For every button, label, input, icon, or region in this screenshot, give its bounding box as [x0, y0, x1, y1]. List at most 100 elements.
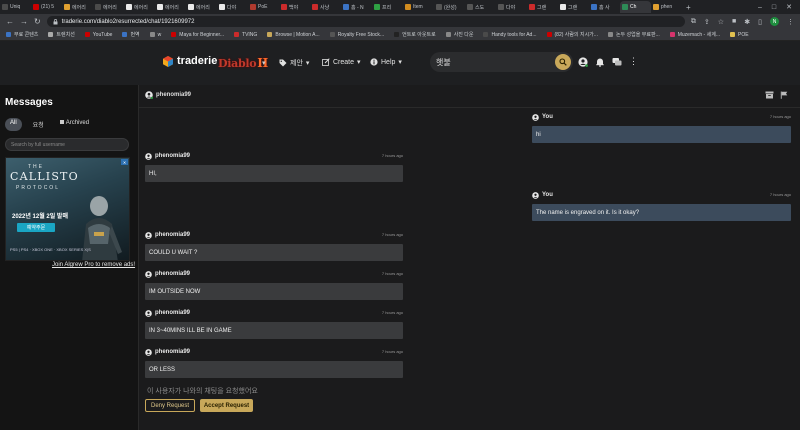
bookmark-item[interactable]: Maya for Beginner... — [171, 32, 224, 38]
nav-offers[interactable]: 제안 ▾ — [279, 58, 309, 68]
browser-tab[interactable]: phen — [651, 1, 682, 13]
sidepanel-icon[interactable]: ▯ — [758, 18, 762, 26]
browser-tab[interactable]: 백야 — [279, 1, 310, 13]
bookmark-item[interactable]: 무료 콘텐츠 — [6, 31, 38, 38]
new-tab-button[interactable]: + — [682, 3, 695, 12]
lock-icon — [53, 18, 58, 24]
message-author: phenomia99 — [155, 271, 191, 277]
bookmark-item[interactable]: YouTube — [84, 32, 112, 38]
archive-icon[interactable] — [765, 91, 774, 99]
maximize-button[interactable]: □ — [772, 4, 776, 11]
minimize-button[interactable]: – — [758, 4, 762, 11]
browser-tab[interactable]: Item — [403, 1, 434, 13]
bookmark-item[interactable]: POE — [729, 32, 749, 38]
bookmark-item[interactable]: Browse | Motion A... — [267, 32, 320, 38]
report-flag-icon[interactable] — [780, 91, 788, 99]
browser-tab[interactable]: 다야 — [217, 1, 248, 13]
bookmark-item[interactable]: Handy tools for Ad... — [483, 32, 537, 38]
filter-requests[interactable]: 요청 — [28, 118, 49, 131]
chevron-down-icon[interactable]: ▾ — [262, 59, 266, 67]
browser-tab[interactable]: 에어리 — [155, 1, 186, 13]
filter-archived[interactable]: Archived — [55, 118, 94, 131]
browser-tab[interactable]: 에어리 — [124, 1, 155, 13]
browser-tab-label: 그랜 — [568, 4, 578, 11]
accept-request-button[interactable]: Accept Request — [200, 399, 253, 412]
chevron-down-icon: ▾ — [357, 59, 361, 66]
url-bar[interactable]: traderie.com/diablo2resurrected/chat/192… — [46, 16, 685, 27]
bookmark-label: (82) 사람의 지시가... — [554, 32, 598, 38]
browser-tab[interactable]: 에어리 — [93, 1, 124, 13]
browser-tab-label: 스도 — [475, 4, 485, 11]
browser-tab-label: 그랜 — [537, 4, 547, 11]
bookmark-label: 사진 다운 — [453, 32, 474, 38]
profile-avatar[interactable]: N — [770, 17, 779, 26]
browser-tab[interactable]: (21) 5 — [31, 1, 62, 13]
tab-favicon-icon — [250, 4, 256, 10]
share-icon[interactable]: ⇪ — [704, 18, 710, 26]
bookmark-favicon-icon — [607, 32, 613, 37]
bookmark-item[interactable]: 트렌치선 — [48, 31, 75, 38]
close-window-button[interactable]: ✕ — [786, 3, 792, 11]
message-author: phenomia99 — [155, 153, 191, 159]
browser-tab[interactable]: 홈 - N — [341, 1, 372, 13]
filter-all[interactable]: All — [5, 118, 22, 131]
bookmark-label: Royalty Free Stock... — [337, 31, 385, 38]
browser-tab[interactable]: Uniq — [0, 1, 31, 13]
messages-icon[interactable] — [612, 57, 622, 67]
bookmark-item[interactable]: 사진 다운 — [445, 31, 474, 38]
browser-tab[interactable]: 스도 — [465, 1, 496, 13]
browser-tab[interactable]: 그랜 — [527, 1, 558, 13]
forward-icon[interactable]: → — [20, 17, 28, 26]
browser-menu-icon[interactable]: ⋮ — [787, 18, 794, 26]
browser-tab[interactable]: 홈 사 — [589, 1, 620, 13]
reload-icon[interactable]: ↻ — [34, 17, 41, 26]
bookmark-item[interactable]: (82) 사람의 지시가... — [546, 31, 598, 38]
traderie-logo[interactable]: traderie — [163, 55, 217, 67]
message-timestamp: 7 hours ago — [381, 271, 403, 276]
extension-icon[interactable]: ■ — [732, 18, 736, 25]
ad-preorder-button[interactable]: 예약주문 — [17, 223, 55, 232]
chat-partner[interactable]: phenomia99 — [145, 91, 191, 99]
bookmark-favicon-icon — [445, 32, 451, 37]
bookmark-item[interactable]: 언트로 아웃트로 — [394, 31, 436, 38]
browser-tab[interactable]: 그랜 — [558, 1, 589, 13]
bookmark-item[interactable]: w — [149, 31, 162, 38]
browser-tab[interactable]: (완성) — [434, 1, 465, 13]
ad-close-icon[interactable]: ✕ — [121, 159, 128, 165]
message-meta: phenomia99 7 hours ago — [145, 151, 403, 161]
bookmark-item[interactable]: Muzemach - 세계... — [669, 31, 720, 38]
bookmark-item[interactable]: 논두 성업을 무료판... — [607, 31, 660, 38]
archive-icon — [59, 120, 64, 124]
diablo-game-logo[interactable]: Diablo II — [218, 51, 268, 75]
translate-icon[interactable]: ⧉ — [691, 18, 696, 26]
more-options-icon[interactable]: ⋮ — [629, 56, 638, 67]
advertisement-banner[interactable]: ✕ THE CALLISTO PROTOCOL 2022년 12월 2일 발매 … — [5, 157, 130, 261]
browser-tab-label: PoE — [258, 4, 268, 10]
browser-tab[interactable]: Ch — [620, 1, 651, 13]
nav-help[interactable]: Help ▾ — [370, 58, 402, 66]
puzzle-icon[interactable]: ✱ — [744, 18, 750, 26]
username-search-input[interactable]: Search by full username — [5, 138, 129, 151]
notification-bell-icon[interactable] — [595, 57, 605, 67]
bookmark-item[interactable]: Royalty Free Stock... — [329, 31, 385, 38]
browser-tab[interactable]: PoE — [248, 1, 279, 13]
browser-tab[interactable]: 프리 — [372, 1, 403, 13]
nav-create[interactable]: Create ▾ — [322, 58, 361, 66]
remove-ads-link[interactable]: Join Algrew Pro to remove ads! — [52, 262, 135, 268]
tab-favicon-icon — [219, 4, 225, 10]
user-account-icon[interactable] — [578, 56, 588, 67]
bookmark-item[interactable]: 번역 — [122, 31, 140, 38]
search-button[interactable] — [555, 54, 571, 70]
bookmark-star-icon[interactable]: ☆ — [718, 18, 724, 26]
message-filters: All 요청 Archived — [5, 118, 94, 131]
ad-release-date: 2022년 12월 2일 발매 — [12, 214, 68, 220]
bookmark-label: w — [157, 31, 162, 38]
back-icon[interactable]: ← — [6, 17, 14, 26]
bookmark-item[interactable]: TVING — [234, 32, 257, 38]
deny-request-button[interactable]: Deny Request — [145, 399, 195, 412]
item-search-input[interactable]: 햇불 — [430, 52, 573, 72]
browser-tab[interactable]: 다야 — [496, 1, 527, 13]
browser-tab[interactable]: 사냥 — [310, 1, 341, 13]
browser-tab[interactable]: 에어리 — [186, 1, 217, 13]
browser-tab[interactable]: 에어리 — [62, 1, 93, 13]
